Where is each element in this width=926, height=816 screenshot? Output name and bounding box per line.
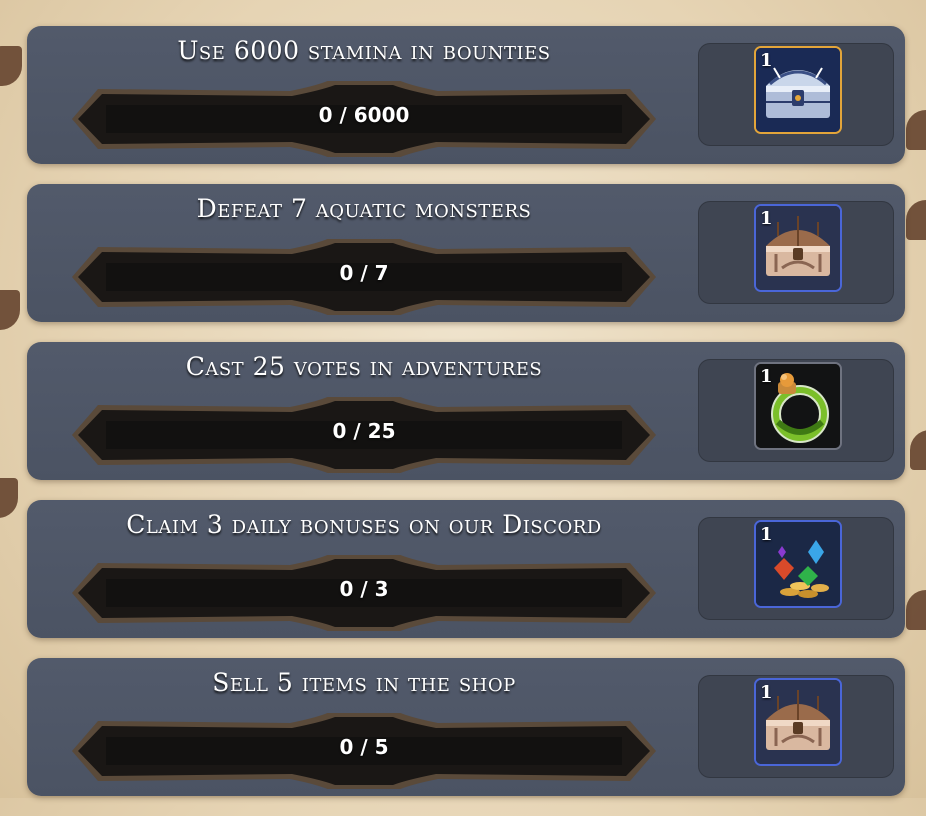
reward-panel: 1 [698, 517, 894, 620]
background-decoration [0, 46, 22, 86]
progress-bar: 0 / 7 [70, 239, 658, 315]
reward-panel: 1 [698, 201, 894, 304]
progress-text: 0 / 25 [332, 419, 396, 443]
reward-slot[interactable]: 1 [754, 46, 842, 134]
progress-bar: 0 / 6000 [70, 81, 658, 157]
reward-count: 1 [760, 524, 773, 545]
progress-bar: 0 / 25 [70, 397, 658, 473]
reward-slot[interactable]: 1 [754, 362, 842, 450]
quest-card: Sell 5 items in the shop 0 / 5 1 [27, 658, 905, 796]
quest-list: Use 6000 stamina in bounties 0 / 6000 1 [27, 26, 905, 816]
background-decoration [910, 430, 926, 470]
background-decoration [906, 200, 926, 240]
reward-count: 1 [760, 208, 773, 229]
background-decoration [0, 290, 20, 330]
reward-slot[interactable]: 1 [754, 204, 842, 292]
quest-title: Cast 25 votes in adventures [185, 352, 543, 381]
reward-count: 1 [760, 366, 773, 387]
reward-count: 1 [760, 50, 773, 71]
progress-text: 0 / 3 [339, 577, 389, 601]
quest-card: Use 6000 stamina in bounties 0 / 6000 1 [27, 26, 905, 164]
reward-slot[interactable]: 1 [754, 520, 842, 608]
progress-text: 0 / 5 [339, 735, 389, 759]
reward-slot[interactable]: 1 [754, 678, 842, 766]
progress-text: 0 / 6000 [318, 103, 410, 127]
quest-title: Use 6000 stamina in bounties [177, 36, 551, 65]
quest-title: Claim 3 daily bonuses on our Discord [126, 510, 602, 539]
progress-bar: 0 / 5 [70, 713, 658, 789]
progress-text: 0 / 7 [339, 261, 389, 285]
progress-bar: 0 / 3 [70, 555, 658, 631]
quest-card: Claim 3 daily bonuses on our Discord 0 /… [27, 500, 905, 638]
reward-panel: 1 [698, 675, 894, 778]
quest-title: Sell 5 items in the shop [212, 668, 516, 697]
background-decoration [0, 478, 18, 518]
quest-card: Cast 25 votes in adventures 0 / 25 1 [27, 342, 905, 480]
reward-panel: 1 [698, 43, 894, 146]
quest-card: Defeat 7 aquatic monsters 0 / 7 1 [27, 184, 905, 322]
background-decoration [906, 590, 926, 630]
background-decoration [906, 110, 926, 150]
quest-title: Defeat 7 aquatic monsters [196, 194, 532, 223]
reward-count: 1 [760, 682, 773, 703]
reward-panel: 1 [698, 359, 894, 462]
